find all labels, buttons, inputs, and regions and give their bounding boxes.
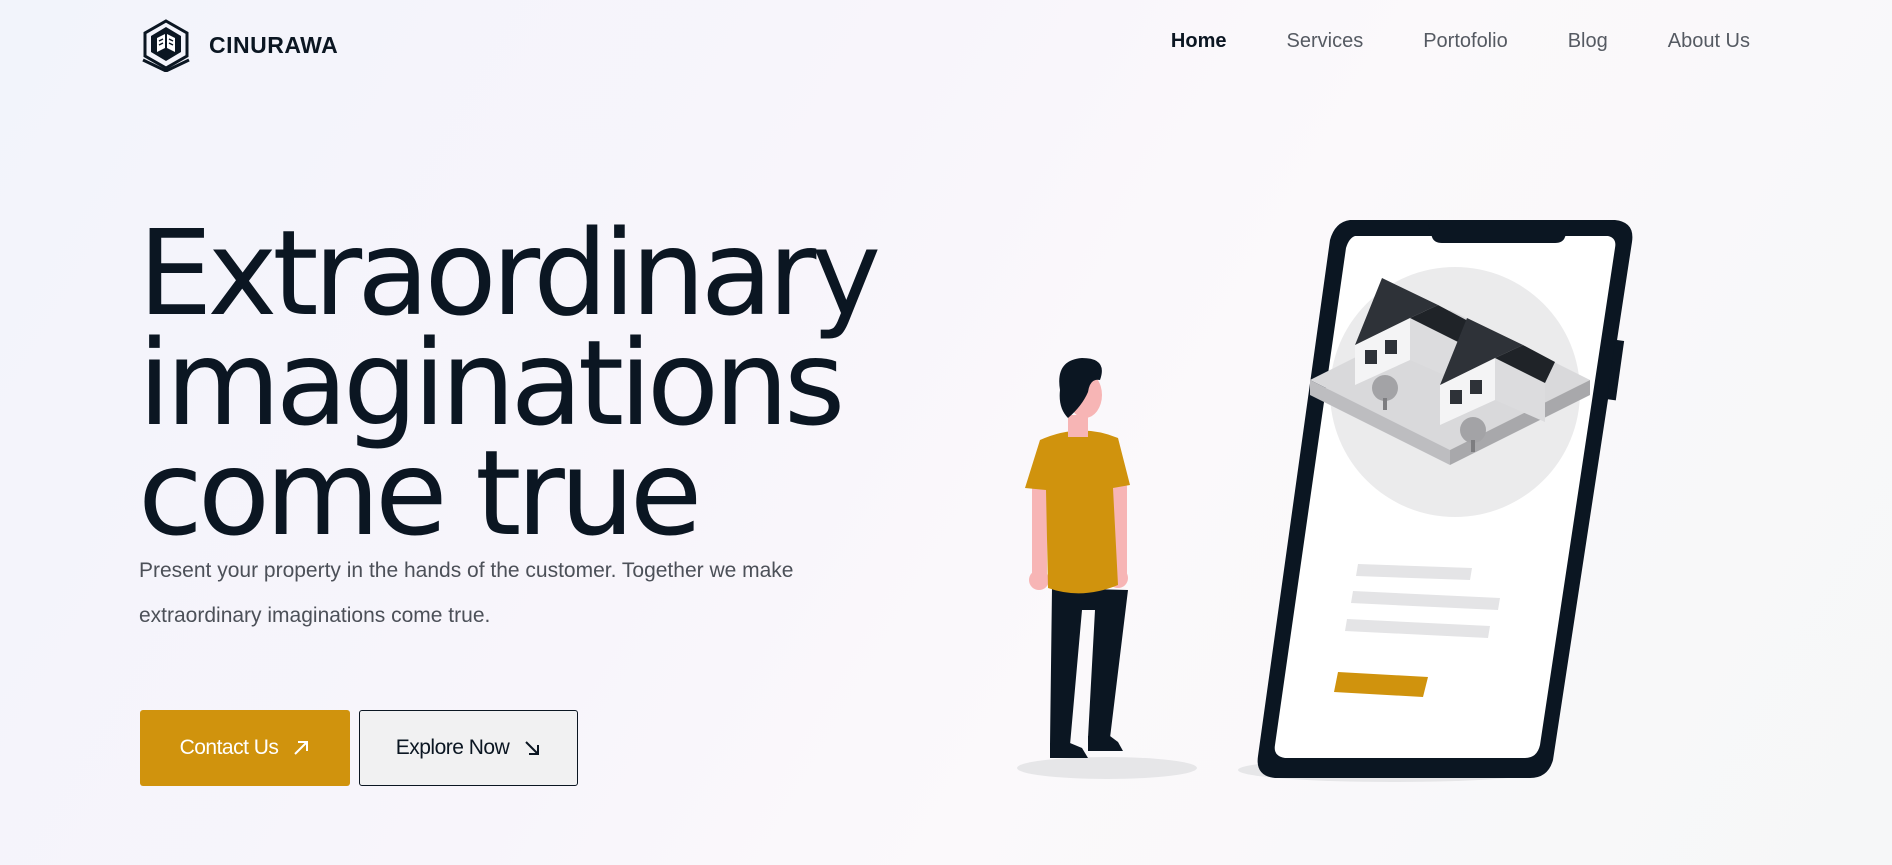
nav-home[interactable]: Home bbox=[1171, 30, 1227, 53]
nav-portofolio[interactable]: Portofolio bbox=[1423, 30, 1508, 53]
explore-now-button[interactable]: Explore Now bbox=[359, 710, 578, 786]
contact-us-label: Contact Us bbox=[179, 736, 279, 759]
hero-headline: Extraordinary imaginations come true bbox=[138, 204, 938, 562]
hero-illustration bbox=[1017, 220, 1633, 782]
explore-now-label: Explore Now bbox=[395, 736, 510, 759]
main-nav: Home Services Portofolio Blog About Us bbox=[1111, 30, 1750, 53]
headline-line-3: come true bbox=[138, 424, 702, 562]
hero-subtext: Present your property in the hands of th… bbox=[139, 559, 794, 627]
nav-blog[interactable]: Blog bbox=[1568, 30, 1608, 53]
nav-services[interactable]: Services bbox=[1287, 30, 1364, 53]
arrow-up-right-icon bbox=[294, 741, 309, 755]
headline-line-1: Extraordinary bbox=[138, 204, 881, 342]
headline-line-2: imaginations bbox=[138, 314, 845, 452]
brand[interactable]: CINURAWA bbox=[139, 18, 338, 72]
arrow-down-right-icon bbox=[525, 741, 540, 755]
top-navbar: CINURAWA Home Services Portofolio Blog A… bbox=[0, 0, 1892, 86]
person-illustration bbox=[1025, 358, 1130, 758]
person-shadow bbox=[1017, 757, 1197, 779]
brand-name: CINURAWA bbox=[209, 31, 339, 58]
nav-about-us[interactable]: About Us bbox=[1668, 30, 1750, 53]
contact-us-button[interactable]: Contact Us bbox=[140, 710, 350, 786]
cinurawa-logo-icon bbox=[142, 19, 190, 72]
smartphone-illustration bbox=[1257, 220, 1633, 778]
